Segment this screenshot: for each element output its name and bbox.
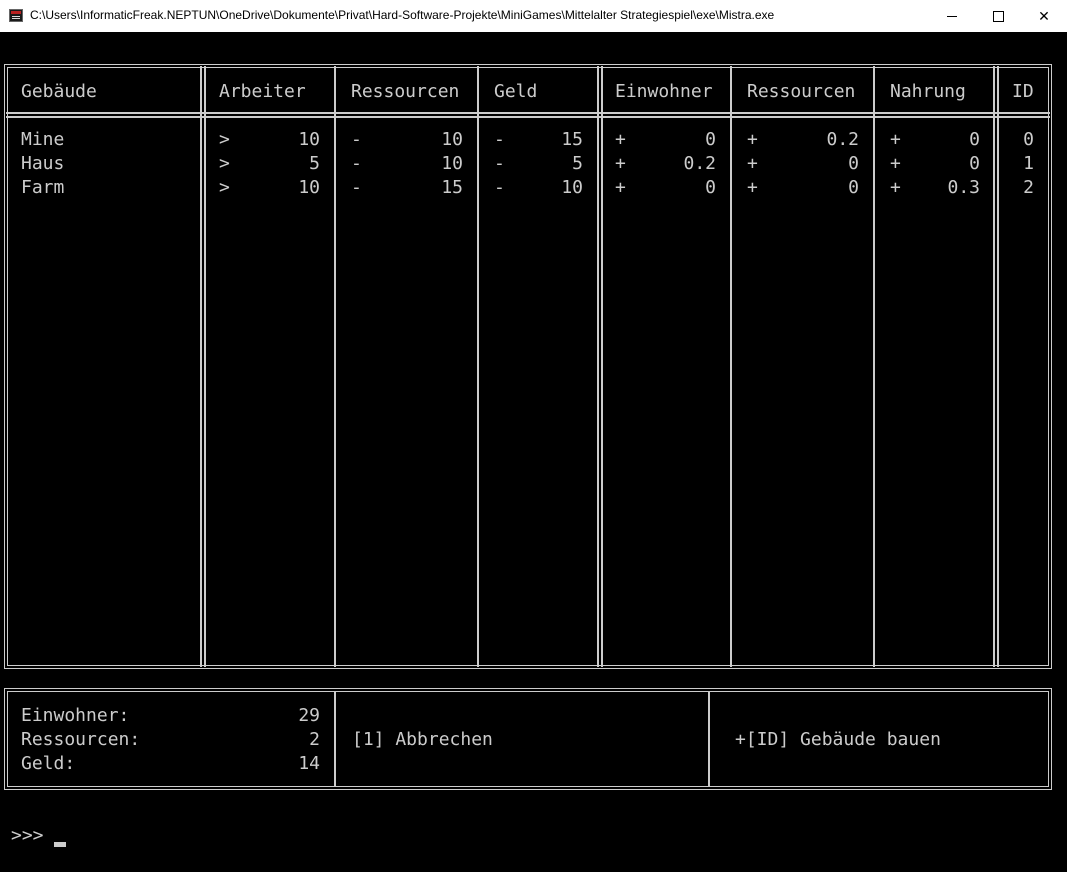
header-geld: Geld <box>494 81 538 102</box>
building-name: Haus <box>21 153 65 174</box>
building-id: 2 <box>1023 177 1034 198</box>
command-prompt: >>> <box>11 825 44 846</box>
einwohner-count: 29 <box>298 705 320 726</box>
arbeiter-value: 10 <box>298 129 320 150</box>
ressourcen-sign: - <box>351 153 362 174</box>
building-id: 0 <box>1023 129 1034 150</box>
res-prod-value: 0 <box>848 153 859 174</box>
build-option: +[ID] Gebäude bauen <box>735 729 941 750</box>
nahrung-sign: + <box>890 129 901 150</box>
ressourcen-sign: - <box>351 129 362 150</box>
nahrung-sign: + <box>890 177 901 198</box>
text-cursor[interactable] <box>54 842 66 847</box>
window-titlebar[interactable]: C:\Users\InformaticFreak.NEPTUN\OneDrive… <box>0 0 1067 32</box>
geld-count: 14 <box>298 753 320 774</box>
building-name: Mine <box>21 129 65 150</box>
column-separator <box>993 66 999 667</box>
einwohner-sign: + <box>615 177 626 198</box>
arbeiter-sign: > <box>219 129 230 150</box>
ressourcen-label: Ressourcen: <box>21 729 141 750</box>
nahrung-sign: + <box>890 153 901 174</box>
nahrung-value: 0 <box>969 129 980 150</box>
geld-value: 10 <box>561 177 583 198</box>
res-prod-value: 0 <box>848 177 859 198</box>
panel-separator <box>708 692 710 786</box>
geld-value: 5 <box>572 153 583 174</box>
res-prod-value: 0.2 <box>826 129 859 150</box>
nahrung-value: 0 <box>969 153 980 174</box>
header-separator-2 <box>6 116 1050 118</box>
minimize-button[interactable] <box>929 0 975 32</box>
einwohner-label: Einwohner: <box>21 705 130 726</box>
panel-separator <box>334 692 336 786</box>
building-id: 1 <box>1023 153 1034 174</box>
geld-sign: - <box>494 153 505 174</box>
res-prod-sign: + <box>747 129 758 150</box>
window-title: C:\Users\InformaticFreak.NEPTUN\OneDrive… <box>30 8 775 22</box>
arbeiter-sign: > <box>219 177 230 198</box>
geld-sign: - <box>494 129 505 150</box>
res-prod-sign: + <box>747 153 758 174</box>
header-einwohner: Einwohner <box>615 81 713 102</box>
nahrung-value: 0.3 <box>947 177 980 198</box>
column-separator <box>334 66 336 667</box>
maximize-button[interactable] <box>975 0 1021 32</box>
ressourcen-value: 10 <box>441 153 463 174</box>
column-separator <box>873 66 875 667</box>
minimize-icon <box>947 15 957 17</box>
geld-value: 15 <box>561 129 583 150</box>
res-prod-sign: + <box>747 177 758 198</box>
column-separator <box>730 66 732 667</box>
einwohner-value: 0 <box>705 177 716 198</box>
geld-sign: - <box>494 177 505 198</box>
header-nahrung: Nahrung <box>890 81 966 102</box>
einwohner-value: 0.2 <box>683 153 716 174</box>
ressourcen-value: 10 <box>441 129 463 150</box>
arbeiter-value: 5 <box>309 153 320 174</box>
header-ressourcen-cost: Ressourcen <box>351 81 460 102</box>
einwohner-sign: + <box>615 153 626 174</box>
header-ressourcen-prod: Ressourcen <box>747 81 856 102</box>
arbeiter-sign: > <box>219 153 230 174</box>
cancel-option: [1] Abbrechen <box>352 729 493 750</box>
header-separator <box>6 112 1050 114</box>
maximize-icon <box>992 10 1004 22</box>
console-app-icon <box>9 9 23 22</box>
header-gebaeude: Gebäude <box>21 81 97 102</box>
ressourcen-count: 2 <box>309 729 320 750</box>
column-separator <box>477 66 479 667</box>
ressourcen-value: 15 <box>441 177 463 198</box>
einwohner-value: 0 <box>705 129 716 150</box>
building-name: Farm <box>21 177 65 198</box>
arbeiter-value: 10 <box>298 177 320 198</box>
geld-label: Geld: <box>21 753 76 774</box>
console-output: Gebäude Arbeiter Ressourcen Geld Einwohn… <box>0 32 1067 872</box>
header-id: ID <box>1012 81 1034 102</box>
close-button[interactable]: ✕ <box>1021 0 1067 32</box>
column-separator <box>200 66 206 667</box>
header-arbeiter: Arbeiter <box>219 81 306 102</box>
column-separator <box>597 66 603 667</box>
einwohner-sign: + <box>615 129 626 150</box>
ressourcen-sign: - <box>351 177 362 198</box>
